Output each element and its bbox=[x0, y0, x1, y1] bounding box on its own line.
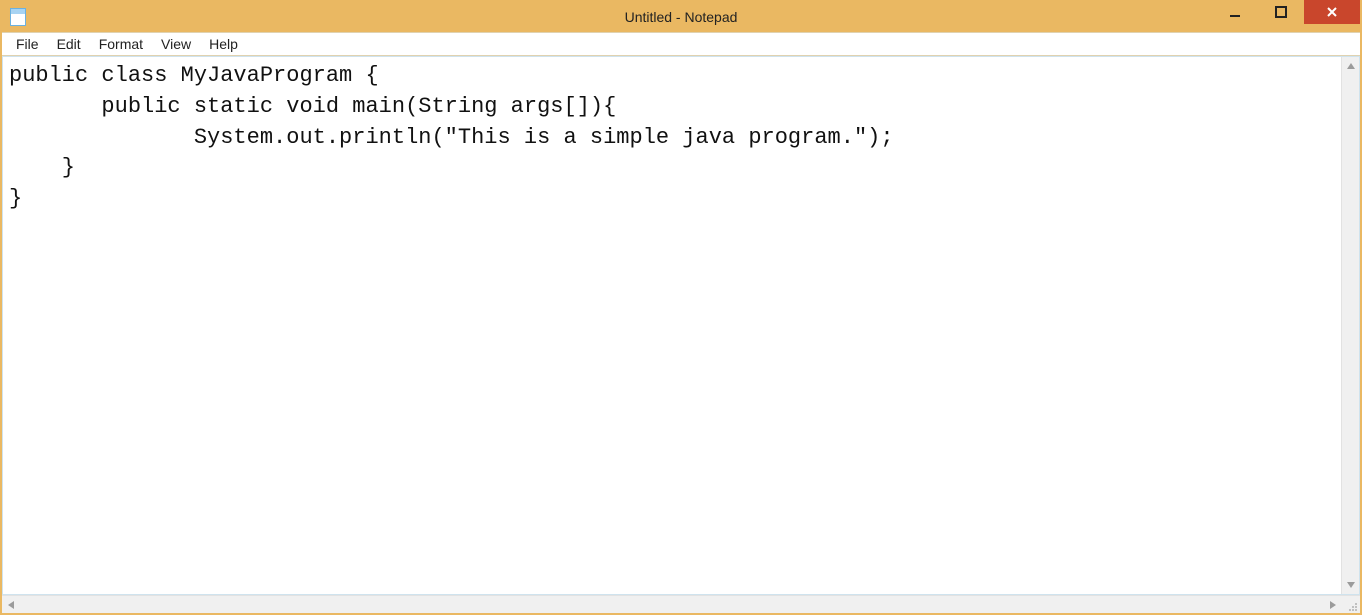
close-button[interactable] bbox=[1304, 0, 1360, 24]
menu-format[interactable]: Format bbox=[91, 35, 151, 53]
menu-help[interactable]: Help bbox=[201, 35, 246, 53]
window-controls bbox=[1212, 2, 1360, 32]
menubar: File Edit Format View Help bbox=[2, 32, 1360, 56]
vertical-scrollbar[interactable] bbox=[1341, 57, 1359, 594]
text-editor[interactable]: public class MyJavaProgram { public stat… bbox=[3, 57, 1341, 594]
menu-view[interactable]: View bbox=[153, 35, 199, 53]
scroll-down-icon[interactable] bbox=[1342, 576, 1360, 594]
horizontal-scrollbar[interactable] bbox=[2, 596, 1342, 613]
minimize-button[interactable] bbox=[1212, 0, 1258, 24]
resize-grip-icon[interactable] bbox=[1342, 596, 1360, 614]
notepad-icon bbox=[10, 8, 26, 26]
menu-edit[interactable]: Edit bbox=[49, 35, 89, 53]
bottom-scroll-row bbox=[2, 595, 1360, 613]
scroll-up-icon[interactable] bbox=[1342, 57, 1360, 75]
window-title: Untitled - Notepad bbox=[2, 9, 1360, 25]
menu-file[interactable]: File bbox=[8, 35, 47, 53]
client-area: public class MyJavaProgram { public stat… bbox=[2, 56, 1360, 595]
maximize-button[interactable] bbox=[1258, 0, 1304, 24]
scroll-left-icon[interactable] bbox=[2, 596, 20, 614]
notepad-window: Untitled - Notepad File Edit Format View… bbox=[0, 0, 1362, 615]
scroll-right-icon[interactable] bbox=[1324, 596, 1342, 614]
titlebar[interactable]: Untitled - Notepad bbox=[2, 2, 1360, 32]
